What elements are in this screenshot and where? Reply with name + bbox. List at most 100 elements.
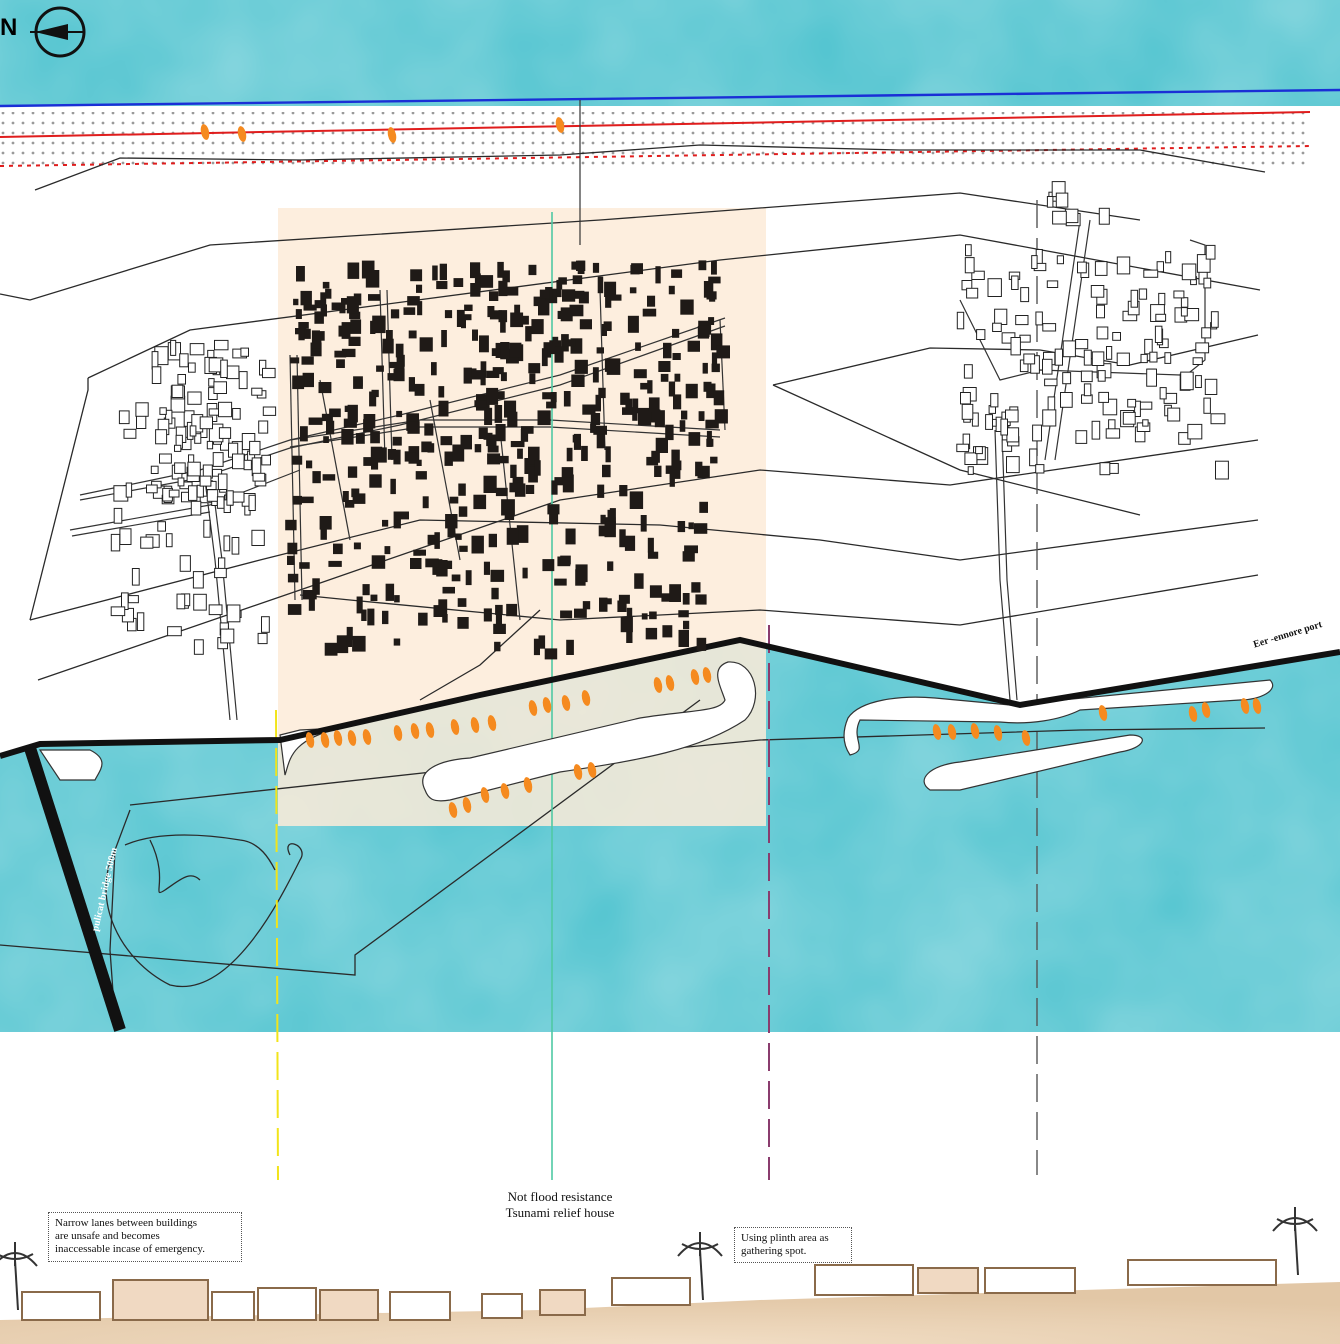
building <box>546 401 557 409</box>
building <box>606 358 621 375</box>
section-house <box>21 1291 101 1321</box>
building <box>596 434 605 449</box>
building <box>293 298 299 306</box>
building <box>352 635 366 652</box>
building <box>626 631 633 643</box>
building <box>363 414 376 429</box>
building <box>649 585 662 598</box>
building <box>696 637 707 651</box>
building <box>537 410 551 426</box>
building <box>472 329 478 341</box>
building <box>635 342 641 351</box>
building <box>572 275 583 285</box>
building <box>1056 255 1065 265</box>
building <box>554 477 564 486</box>
building <box>370 431 380 444</box>
building <box>1046 196 1054 208</box>
building <box>232 453 245 470</box>
building <box>566 447 573 462</box>
section-house <box>481 1293 523 1319</box>
building <box>312 471 321 484</box>
building <box>561 467 574 478</box>
building <box>322 281 330 289</box>
building <box>1144 338 1153 355</box>
building <box>1215 460 1229 480</box>
building <box>440 436 453 446</box>
building <box>321 413 333 422</box>
building <box>619 529 626 548</box>
building <box>352 493 366 504</box>
flood-note-line-1: Not flood resistance <box>507 1189 613 1204</box>
building <box>408 377 415 392</box>
building <box>592 367 599 383</box>
building <box>1167 407 1181 422</box>
building <box>453 278 464 287</box>
building <box>534 460 541 476</box>
building <box>603 321 612 331</box>
building <box>574 359 588 374</box>
building <box>698 260 707 271</box>
building <box>490 569 505 582</box>
section-house <box>917 1267 979 1294</box>
section-house <box>611 1277 691 1306</box>
building <box>486 387 499 405</box>
building <box>489 291 499 301</box>
building <box>641 613 648 620</box>
building <box>298 322 309 329</box>
building <box>1142 419 1149 427</box>
building <box>495 604 503 615</box>
building <box>964 452 978 465</box>
building <box>960 392 971 405</box>
building <box>1010 337 1021 356</box>
building <box>262 406 277 416</box>
building <box>346 635 353 647</box>
building <box>220 628 235 644</box>
building <box>1149 351 1158 363</box>
building <box>552 336 559 345</box>
building <box>645 627 658 640</box>
building <box>355 433 365 444</box>
building <box>1210 413 1226 425</box>
section-house <box>1127 1259 1277 1286</box>
building <box>311 330 320 349</box>
building <box>444 451 453 466</box>
building <box>595 394 601 412</box>
building <box>678 610 689 618</box>
building <box>1205 244 1216 260</box>
building <box>665 424 674 441</box>
building <box>647 551 659 559</box>
building <box>367 608 375 626</box>
building <box>509 482 521 493</box>
building <box>190 500 202 516</box>
building <box>560 555 571 565</box>
building <box>350 319 362 334</box>
building <box>424 423 434 436</box>
building <box>336 635 349 654</box>
building <box>347 262 360 279</box>
building <box>445 514 458 529</box>
building <box>581 445 588 461</box>
building <box>333 543 343 555</box>
building <box>157 521 167 532</box>
building <box>673 394 682 410</box>
building <box>992 322 1002 333</box>
building <box>682 593 690 605</box>
building <box>592 262 600 273</box>
building <box>687 340 700 352</box>
building <box>497 261 504 278</box>
building <box>159 453 172 464</box>
building <box>669 584 681 602</box>
building <box>368 294 380 301</box>
building <box>243 459 252 471</box>
building <box>251 529 265 546</box>
building <box>542 392 552 400</box>
building <box>579 319 592 330</box>
building <box>252 472 266 482</box>
building <box>596 347 604 354</box>
building <box>985 414 993 430</box>
building <box>474 400 487 408</box>
building <box>554 578 567 586</box>
building <box>334 350 347 358</box>
building <box>510 441 525 448</box>
building <box>1130 289 1139 308</box>
